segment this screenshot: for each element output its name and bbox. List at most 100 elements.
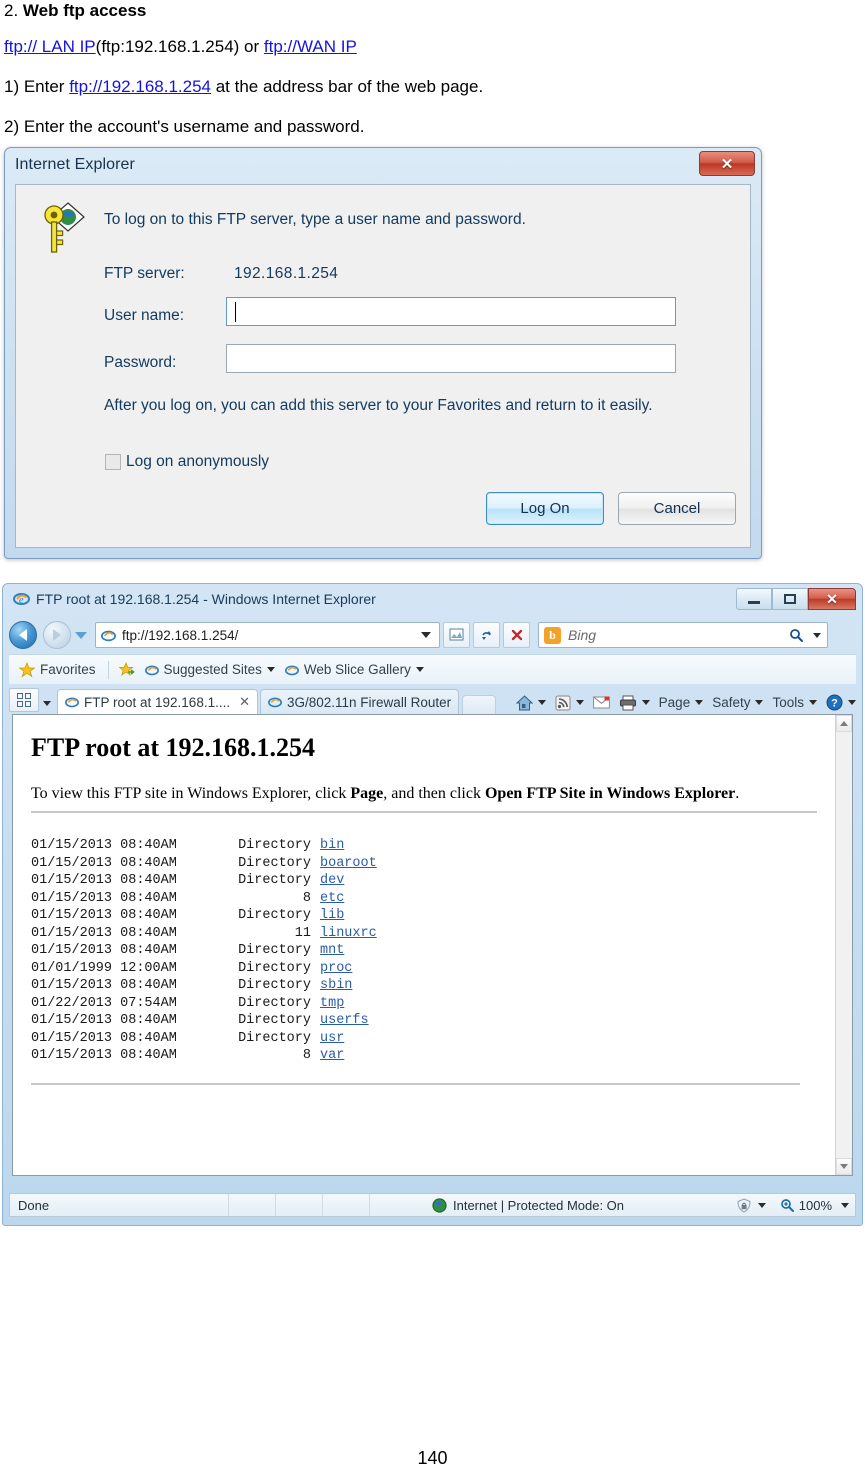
new-tab-button[interactable]	[462, 695, 497, 714]
ftp-directory-page: FTP root at 192.168.1.254 To view this F…	[13, 715, 835, 1175]
cancel-button[interactable]: Cancel	[618, 492, 736, 525]
wan-ip-link[interactable]: ftp://WAN IP	[264, 37, 357, 56]
page-menu-button[interactable]: Page	[659, 695, 704, 710]
listing-entry-link[interactable]: etc	[320, 891, 344, 906]
help-button[interactable]: ?	[826, 694, 856, 711]
triangle-up-icon	[840, 721, 848, 726]
feeds-button[interactable]	[555, 695, 584, 711]
home-button[interactable]	[515, 694, 546, 711]
back-button[interactable]	[9, 621, 37, 649]
chevron-down-icon[interactable]	[575, 700, 584, 705]
search-options-chevron-icon[interactable]	[813, 632, 821, 638]
ftp-address-link[interactable]: ftp://192.168.1.254	[69, 77, 211, 96]
address-bar[interactable]: ftp://192.168.1.254/	[95, 622, 440, 648]
listing-entry-link[interactable]: proc	[320, 961, 352, 976]
security-zone[interactable]: Internet | Protected Mode: On	[432, 1198, 624, 1213]
mail-icon	[592, 696, 610, 709]
tools-menu-button[interactable]: Tools	[772, 695, 817, 710]
anonymous-checkbox[interactable]	[105, 454, 121, 470]
tab-firewall-router[interactable]: 3G/802.11n Firewall Router	[260, 689, 460, 714]
vertical-scrollbar[interactable]	[835, 715, 852, 1175]
listing-entry-link[interactable]: var	[320, 1048, 344, 1063]
add-to-favorites-bar-button[interactable]	[118, 661, 135, 678]
zoom-icon[interactable]	[780, 1198, 795, 1213]
listing-datetime: 01/15/2013 08:40AM	[31, 908, 177, 923]
tab-ftp-root[interactable]: FTP root at 192.168.1.... ✕	[57, 689, 258, 714]
listing-datetime: 01/15/2013 08:40AM	[31, 1013, 177, 1028]
instruction-post: .	[735, 785, 740, 802]
listing-entry-link[interactable]: userfs	[320, 1013, 369, 1028]
listing-entry-link[interactable]: usr	[320, 1031, 344, 1046]
tab-list-chevron-icon[interactable]	[43, 701, 51, 706]
command-bar: Page Safety Tools ?	[507, 694, 856, 711]
tab-close-icon[interactable]: ✕	[239, 694, 250, 710]
navigation-bar: ftp://192.168.1.254/ b Bing	[3, 617, 862, 653]
listing-size: Directory	[238, 943, 311, 958]
help-icon: ?	[826, 694, 843, 711]
favorites-label: Favorites	[40, 662, 96, 677]
ftp-server-value: 192.168.1.254	[234, 265, 339, 282]
listing-entry-link[interactable]: lib	[320, 908, 344, 923]
safety-menu-label: Safety	[712, 695, 751, 710]
page-menu-label: Page	[658, 695, 691, 710]
chevron-down-icon[interactable]	[415, 667, 424, 672]
chevron-down-icon[interactable]	[641, 700, 650, 705]
listing-entry-link[interactable]: boaroot	[320, 856, 377, 871]
close-icon[interactable]: ✕	[699, 151, 755, 176]
read-mail-button[interactable]	[592, 696, 610, 709]
address-value: ftp://192.168.1.254/	[122, 627, 239, 643]
log-on-button[interactable]: Log On	[486, 492, 604, 525]
print-button[interactable]	[619, 695, 650, 711]
recent-pages-icon[interactable]	[75, 631, 87, 639]
favorites-bar-item-web-slice-gallery[interactable]: Web Slice Gallery	[284, 662, 424, 677]
directory-listing-row: 01/15/2013 08:40AM Directory userfs	[31, 1012, 817, 1030]
chevron-down-icon[interactable]	[266, 667, 275, 672]
chevron-down-icon[interactable]	[757, 1202, 766, 1208]
listing-entry-link[interactable]: bin	[320, 838, 344, 853]
tab-label: 3G/802.11n Firewall Router	[287, 694, 452, 710]
search-placeholder: Bing	[568, 627, 597, 643]
status-cell	[229, 1194, 275, 1216]
forward-button[interactable]	[43, 621, 71, 649]
directory-listing-row: 01/15/2013 08:40AM 8 var	[31, 1047, 817, 1065]
log-on-anonymously-row[interactable]: Log on anonymously	[105, 453, 269, 471]
search-input[interactable]: b Bing	[538, 622, 828, 648]
window-controls: ✕	[736, 588, 856, 610]
chevron-down-icon[interactable]	[809, 700, 817, 705]
scroll-down-button[interactable]	[836, 1158, 852, 1175]
refresh-button[interactable]	[473, 622, 500, 648]
ftp-logon-dialog: Internet Explorer ✕ To log on to this FT…	[4, 147, 762, 559]
chevron-down-icon[interactable]	[841, 1202, 849, 1208]
listing-entry-link[interactable]: sbin	[320, 978, 352, 993]
chevron-down-icon[interactable]	[695, 700, 704, 705]
chevron-down-icon[interactable]	[755, 700, 764, 705]
chevron-down-icon[interactable]	[421, 632, 431, 638]
url-line-middle: (ftp:192.168.1.254) or	[95, 37, 264, 56]
lan-ip-link[interactable]: ftp:// LAN IP	[4, 37, 96, 56]
listing-entry-link[interactable]: linuxrc	[320, 926, 377, 941]
username-input[interactable]	[226, 297, 676, 326]
listing-entry-link[interactable]: dev	[320, 873, 344, 888]
listing-entry-link[interactable]: mnt	[320, 943, 344, 958]
favorites-bar-item-suggested-sites[interactable]: Suggested Sites	[144, 662, 275, 677]
search-icon[interactable]	[789, 628, 804, 643]
page-viewport: FTP root at 192.168.1.254 To view this F…	[12, 714, 853, 1176]
privacy-shield-icon[interactable]	[736, 1197, 752, 1213]
maximize-button[interactable]	[772, 588, 808, 610]
compatibility-view-button[interactable]	[443, 622, 470, 648]
password-input[interactable]	[226, 344, 676, 373]
scroll-up-button[interactable]	[836, 715, 852, 732]
quick-tabs-button[interactable]	[9, 688, 39, 712]
listing-entry-link[interactable]: tmp	[320, 996, 344, 1011]
chevron-down-icon[interactable]	[537, 700, 546, 705]
favorites-button[interactable]: Favorites	[19, 661, 96, 678]
minimize-button[interactable]	[736, 588, 772, 610]
status-bar-right: 100%	[736, 1198, 849, 1213]
chevron-down-icon[interactable]	[848, 700, 856, 705]
step-1: 1) Enter ftp://192.168.1.254 at the addr…	[4, 76, 483, 97]
safety-menu-button[interactable]: Safety	[712, 695, 764, 710]
stop-button[interactable]	[503, 622, 530, 648]
close-button[interactable]: ✕	[808, 588, 856, 610]
listing-datetime: 01/15/2013 08:40AM	[31, 838, 177, 853]
refresh-icon	[482, 630, 491, 640]
